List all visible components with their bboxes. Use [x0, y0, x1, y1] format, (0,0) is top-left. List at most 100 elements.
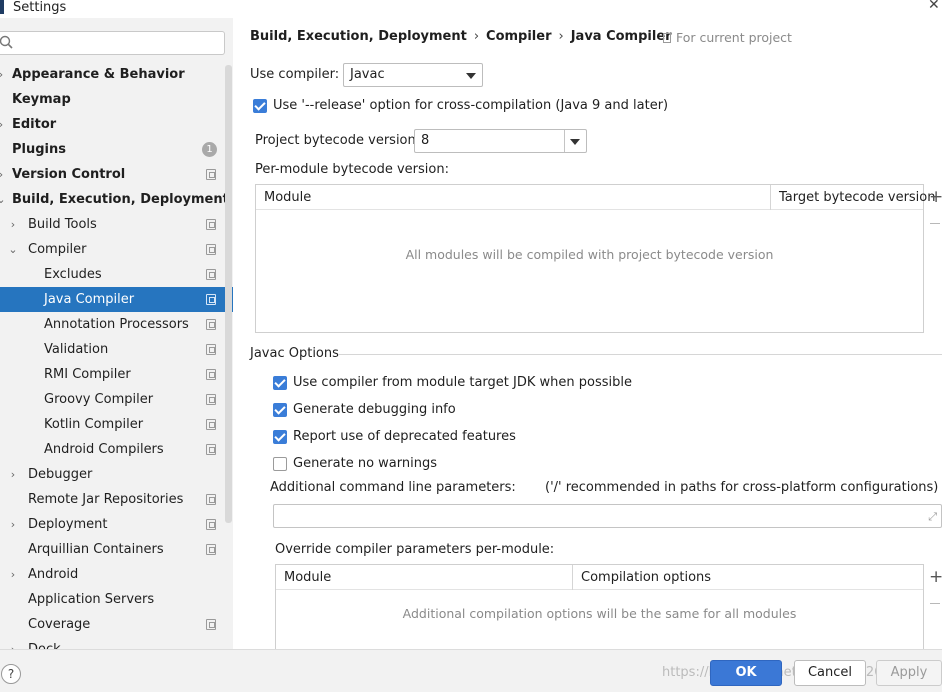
- sidebar-item-excludes[interactable]: Excludes: [0, 262, 233, 287]
- chevron-right-icon[interactable]: ›: [8, 212, 18, 237]
- sidebar-scrollbar[interactable]: [225, 65, 232, 523]
- bytecode-version-combo[interactable]: 8: [414, 129, 587, 153]
- sidebar-item-label: Debugger: [28, 467, 93, 482]
- column-header-module[interactable]: Module: [284, 565, 331, 590]
- sidebar-item-label: Editor: [12, 117, 57, 132]
- chevron-right-icon[interactable]: ›: [8, 562, 18, 587]
- sidebar-item-dock[interactable]: › Dock: [0, 637, 233, 649]
- sidebar-item-label: RMI Compiler: [44, 367, 131, 382]
- project-scope-icon: [206, 419, 216, 430]
- chevron-right-icon[interactable]: ›: [0, 62, 6, 87]
- apply-button[interactable]: Apply: [876, 660, 942, 686]
- project-scope-icon: [206, 344, 216, 355]
- project-scope-icon: [206, 494, 216, 505]
- sidebar-item-java-compiler[interactable]: Java Compiler: [0, 287, 233, 312]
- column-header-target-bytecode[interactable]: Target bytecode version: [779, 185, 936, 210]
- release-option-checkbox[interactable]: [253, 99, 267, 113]
- project-scope-icon: [206, 619, 216, 630]
- sidebar-item-appearance-behavior[interactable]: › Appearance & Behavior: [0, 62, 233, 87]
- remove-icon[interactable]: [930, 223, 940, 224]
- chevron-right-icon[interactable]: ›: [0, 112, 6, 137]
- sidebar-item-deployment[interactable]: › Deployment: [0, 512, 233, 537]
- ok-button[interactable]: OK: [710, 660, 782, 686]
- close-icon[interactable]: ✕: [928, 0, 940, 13]
- sidebar-item-label: Annotation Processors: [44, 317, 189, 332]
- sidebar-item-label: Validation: [44, 342, 109, 357]
- sidebar-item-keymap[interactable]: Keymap: [0, 87, 233, 112]
- per-module-bytecode-table[interactable]: Module Target bytecode version All modul…: [255, 184, 936, 333]
- add-icon[interactable]: +: [929, 187, 942, 207]
- sidebar-item-editor[interactable]: › Editor: [0, 112, 233, 137]
- column-header-compilation-options[interactable]: Compilation options: [581, 565, 711, 590]
- option-checkbox[interactable]: [273, 430, 287, 444]
- chevron-down-icon: [570, 139, 580, 145]
- sidebar-item-coverage[interactable]: Coverage: [0, 612, 233, 637]
- window-title: Settings: [13, 0, 67, 15]
- project-scope-icon: [206, 269, 216, 280]
- sidebar-item-label: Build, Execution, Deployment: [12, 192, 229, 207]
- sidebar-item-label: Remote Jar Repositories: [28, 492, 184, 507]
- sidebar-item-version-control[interactable]: › Version Control: [0, 162, 233, 187]
- sidebar-item-label: Excludes: [44, 267, 102, 282]
- sidebar-item-build-tools[interactable]: › Build Tools: [0, 212, 233, 237]
- sidebar-item-android[interactable]: › Android: [0, 562, 233, 587]
- project-scope-icon: [206, 369, 216, 380]
- chevron-down-icon[interactable]: ⌄: [8, 237, 18, 262]
- sidebar-item-label: Build Tools: [28, 217, 97, 232]
- option-checkbox[interactable]: [273, 403, 287, 417]
- breadcrumb: Build, Execution, Deployment › Compiler › Ja…: [250, 29, 672, 44]
- chevron-down-icon[interactable]: ⌄: [0, 187, 6, 212]
- option-checkbox[interactable]: [273, 457, 287, 471]
- sidebar-item-rmi-compiler[interactable]: RMI Compiler: [0, 362, 233, 387]
- sidebar-item-label: Compiler: [28, 242, 87, 257]
- compiler-select[interactable]: Javac: [343, 63, 483, 87]
- title-bar: Settings ✕: [0, 0, 942, 18]
- chevron-right-icon[interactable]: ›: [0, 162, 6, 187]
- sidebar-item-validation[interactable]: Validation: [0, 337, 233, 362]
- empty-table-text: All modules will be compiled with projec…: [405, 247, 774, 262]
- group-divider: [339, 354, 942, 355]
- sidebar-item-build-execution-deployment[interactable]: ⌄ Build, Execution, Deployment: [0, 187, 233, 212]
- sidebar-item-label: Android Compilers: [44, 442, 164, 457]
- cancel-button[interactable]: Cancel: [794, 660, 866, 686]
- sidebar-item-label: Plugins: [12, 142, 66, 157]
- sidebar-item-compiler[interactable]: ⌄ Compiler: [0, 237, 233, 262]
- breadcrumb-separator: ›: [558, 29, 564, 44]
- sidebar-item-groovy-compiler[interactable]: Groovy Compiler: [0, 387, 233, 412]
- chevron-right-icon[interactable]: ›: [8, 637, 18, 649]
- compiler-select-value: Javac: [350, 67, 385, 82]
- settings-sidebar: › Appearance & Behavior Keymap › Editor Plugi…: [0, 18, 233, 649]
- additional-params-label: Additional command line parameters:: [270, 480, 516, 495]
- project-scope-icon: [206, 519, 216, 530]
- java-compiler-panel: Build, Execution, Deployment › Compiler › Ja…: [233, 18, 942, 654]
- option-checkbox[interactable]: [273, 376, 287, 390]
- column-header-module[interactable]: Module: [264, 185, 311, 210]
- project-scope-icon: [663, 33, 671, 43]
- expand-icon[interactable]: ⤢: [928, 510, 937, 524]
- sidebar-item-debugger[interactable]: › Debugger: [0, 462, 233, 487]
- bytecode-version-value: 8: [421, 133, 430, 148]
- sidebar-item-label: Java Compiler: [44, 292, 135, 307]
- sidebar-item-android-compilers[interactable]: Android Compilers: [0, 437, 233, 462]
- add-icon[interactable]: +: [929, 567, 942, 587]
- sidebar-item-kotlin-compiler[interactable]: Kotlin Compiler: [0, 412, 233, 437]
- override-params-table[interactable]: Module Compilation options Additional co…: [275, 564, 924, 654]
- project-scope-icon: [206, 319, 216, 330]
- search-input[interactable]: [0, 31, 225, 55]
- sidebar-item-application-servers[interactable]: Application Servers: [0, 587, 233, 612]
- help-button[interactable]: ?: [1, 664, 21, 684]
- empty-table-text: Additional compilation options will be t…: [402, 606, 797, 621]
- additional-params-input[interactable]: ⤢: [273, 504, 942, 528]
- additional-params-hint: ('/' recommended in paths for cross-plat…: [545, 480, 939, 495]
- remove-icon[interactable]: [930, 603, 940, 604]
- chevron-right-icon[interactable]: ›: [8, 462, 18, 487]
- bytecode-version-label: Project bytecode version:: [255, 133, 421, 148]
- sidebar-item-label: Deployment: [28, 517, 108, 532]
- sidebar-item-remote-jar-repositories[interactable]: Remote Jar Repositories: [0, 487, 233, 512]
- override-params-label: Override compiler parameters per-module:: [275, 542, 555, 557]
- chevron-right-icon[interactable]: ›: [8, 512, 18, 537]
- sidebar-item-plugins[interactable]: Plugins 1: [0, 137, 233, 162]
- sidebar-item-label: Groovy Compiler: [44, 392, 154, 407]
- sidebar-item-arquillian-containers[interactable]: Arquillian Containers: [0, 537, 233, 562]
- sidebar-item-annotation-processors[interactable]: Annotation Processors: [0, 312, 233, 337]
